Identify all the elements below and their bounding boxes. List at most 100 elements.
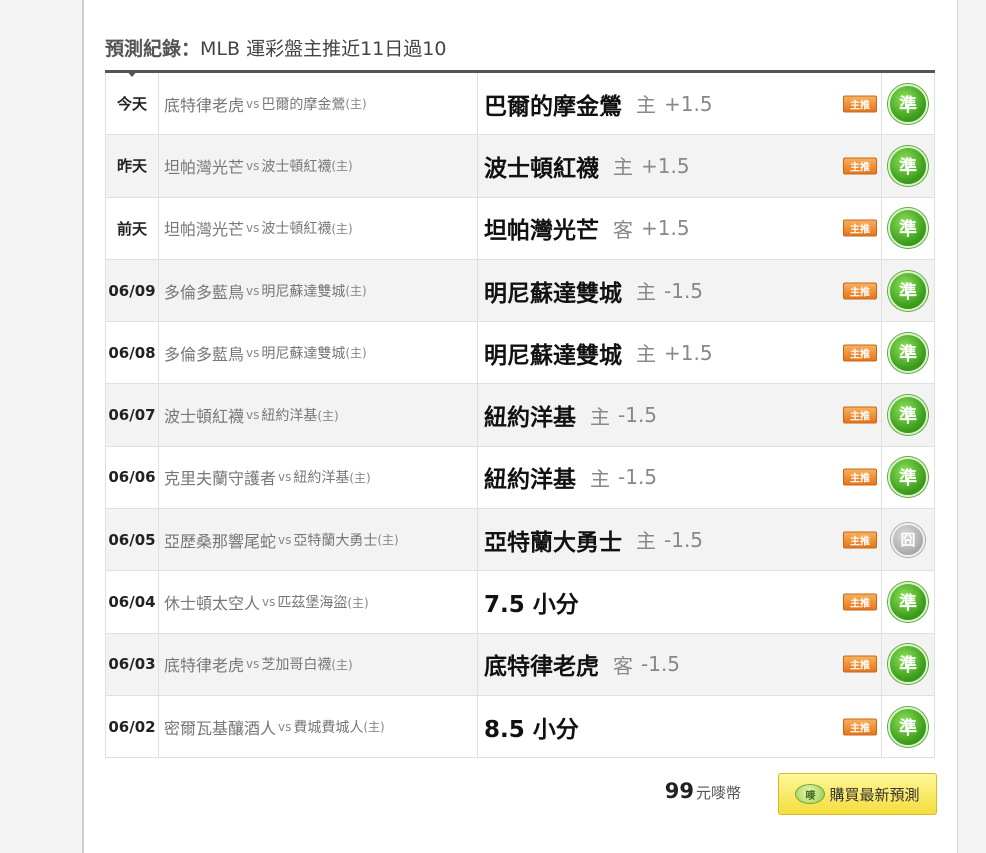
content-panel: 預測紀錄：MLB 運彩盤主推近11日過10 今天 底特律老虎 vs 巴爾的摩金鶯 (主)… bbox=[82, 0, 958, 853]
home-marker: (主) bbox=[345, 97, 367, 112]
away-team: 多倫多藍鳥 bbox=[164, 344, 245, 364]
home-marker: (主) bbox=[331, 657, 353, 672]
pick-line: -1.5 bbox=[618, 403, 658, 428]
result-cell: 準 bbox=[882, 571, 934, 632]
home-marker: (主) bbox=[363, 720, 385, 735]
pick-side: 主 bbox=[636, 93, 656, 118]
matchup: 坦帕灣光芒 vs 波士頓紅襪 (主) bbox=[159, 135, 478, 197]
pick-team: 底特律老虎 bbox=[484, 654, 599, 681]
result-hit-icon: 準 bbox=[888, 582, 928, 623]
away-team: 多倫多藍鳥 bbox=[164, 282, 245, 302]
prediction-pick: 7.5 小分 主推 bbox=[478, 571, 882, 633]
away-team: 波士頓紅襪 bbox=[164, 407, 245, 427]
price-amount: 99 bbox=[664, 779, 694, 803]
matchup: 亞歷桑那響尾蛇 vs 亞特蘭大勇士 (主) bbox=[159, 509, 478, 571]
heading-label: 預測紀錄 bbox=[105, 38, 182, 60]
pick-side: 客 bbox=[613, 653, 633, 678]
away-team: 坦帕灣光芒 bbox=[164, 220, 245, 240]
heading-separator: ： bbox=[181, 38, 201, 60]
pick-side: 主 bbox=[590, 404, 610, 429]
pointer-arrow-icon bbox=[126, 70, 138, 77]
home-marker: (主) bbox=[317, 408, 339, 423]
record-date: 06/07 bbox=[106, 384, 159, 446]
home-marker: (主) bbox=[347, 595, 369, 610]
away-team: 底特律老虎 bbox=[164, 95, 245, 115]
pick-team: 紐約洋基 bbox=[484, 467, 576, 494]
matchup: 坦帕灣光芒 vs 波士頓紅襪 (主) bbox=[159, 197, 478, 259]
main-pick-badge: 主推 bbox=[843, 282, 877, 300]
record-row: 06/06 克里夫蘭守護者 vs 紐約洋基 (主) 紐約洋基主 -1.5 主推準 bbox=[105, 446, 935, 510]
record-date: 06/09 bbox=[106, 259, 159, 322]
pick-line: +1.5 bbox=[664, 340, 713, 365]
main-pick-badge: 主推 bbox=[843, 593, 877, 611]
away-team: 亞歷桑那響尾蛇 bbox=[164, 531, 277, 551]
result-hit-icon: 準 bbox=[888, 457, 928, 498]
vs-label: vs bbox=[278, 532, 292, 547]
result-miss-icon: 囧 bbox=[891, 522, 925, 557]
pick-side: 主 bbox=[613, 155, 633, 180]
prediction-pick: 紐約洋基主 -1.5 主推 bbox=[478, 384, 882, 446]
record-date: 06/03 bbox=[106, 633, 159, 695]
result-hit-icon: 準 bbox=[888, 270, 928, 311]
away-team: 底特律老虎 bbox=[164, 656, 245, 676]
result-hit-icon: 準 bbox=[888, 145, 928, 186]
prediction-pick: 巴爾的摩金鶯主 +1.5 主推 bbox=[478, 73, 882, 135]
matchup: 休士頓太空人 vs 匹茲堡海盜 (主) bbox=[159, 571, 478, 633]
prediction-pick: 亞特蘭大勇士主 -1.5 主推 bbox=[478, 509, 882, 571]
main-pick-badge: 主推 bbox=[843, 157, 877, 175]
pick-team: 7.5 小分 bbox=[484, 592, 579, 619]
prediction-pick: 坦帕灣光芒客 +1.5 主推 bbox=[478, 197, 882, 259]
home-team: 紐約洋基 bbox=[261, 408, 318, 425]
buy-latest-prediction-button[interactable]: 嘜 購買最新預測 bbox=[778, 773, 937, 815]
matchup: 密爾瓦基釀酒人 vs 費城費城人 (主) bbox=[159, 695, 478, 758]
prediction-pick: 明尼蘇達雙城主 +1.5 主推 bbox=[478, 322, 882, 384]
pick-team: 8.5 小分 bbox=[484, 716, 579, 743]
record-row: 06/04 休士頓太空人 vs 匹茲堡海盜 (主) 7.5 小分 主推準 bbox=[105, 571, 935, 634]
pick-side: 客 bbox=[613, 217, 633, 242]
vs-label: vs bbox=[262, 595, 276, 610]
coin-icon: 嘜 bbox=[795, 784, 826, 804]
result-hit-icon: 準 bbox=[888, 706, 928, 747]
pick-line: -1.5 bbox=[618, 465, 658, 490]
record-row: 06/02 密爾瓦基釀酒人 vs 費城費城人 (主) 8.5 小分 主推準 bbox=[105, 695, 935, 759]
away-team: 坦帕灣光芒 bbox=[164, 157, 245, 177]
result-cell: 準 bbox=[882, 634, 934, 695]
result-cell: 準 bbox=[882, 135, 934, 196]
home-marker: (主) bbox=[377, 533, 399, 548]
matchup: 底特律老虎 vs 芝加哥白襪 (主) bbox=[159, 633, 478, 695]
pick-team: 紐約洋基 bbox=[484, 405, 576, 432]
matchup: 底特律老虎 vs 巴爾的摩金鶯 (主) bbox=[159, 73, 478, 135]
main-pick-badge: 主推 bbox=[843, 219, 877, 237]
record-row: 前天 坦帕灣光芒 vs 波士頓紅襪 (主) 坦帕灣光芒客 +1.5 主推準 bbox=[105, 197, 935, 260]
result-cell: 準 bbox=[882, 384, 934, 445]
pick-line: -1.5 bbox=[641, 652, 681, 677]
record-row: 今天 底特律老虎 vs 巴爾的摩金鶯 (主) 巴爾的摩金鶯主 +1.5 主推準 bbox=[105, 73, 935, 136]
main-pick-badge: 主推 bbox=[843, 344, 877, 362]
result-cell: 準 bbox=[882, 322, 934, 383]
pick-team: 巴爾的摩金鶯 bbox=[484, 93, 622, 120]
home-marker: (主) bbox=[331, 221, 353, 236]
pick-side: 主 bbox=[590, 466, 610, 491]
record-row: 06/08 多倫多藍鳥 vs 明尼蘇達雙城 (主) 明尼蘇達雙城主 +1.5 主推準 bbox=[105, 322, 935, 385]
result-hit-icon: 準 bbox=[888, 332, 928, 373]
vs-label: vs bbox=[246, 408, 260, 423]
away-team: 克里夫蘭守護者 bbox=[164, 469, 277, 489]
purchase-bar: 99 元嘜幣 嘜 購買最新預測 bbox=[84, 773, 937, 815]
buy-button-label: 購買最新預測 bbox=[829, 785, 920, 804]
record-heading: 預測紀錄：MLB 運彩盤主推近11日過10 bbox=[105, 34, 446, 61]
main-pick-badge: 主推 bbox=[843, 406, 877, 424]
result-cell: 準 bbox=[882, 447, 934, 508]
away-team: 休士頓太空人 bbox=[164, 594, 261, 614]
matchup: 多倫多藍鳥 vs 明尼蘇達雙城 (主) bbox=[159, 259, 478, 322]
record-date: 06/06 bbox=[106, 446, 159, 509]
result-hit-icon: 準 bbox=[888, 395, 928, 436]
record-row: 昨天 坦帕灣光芒 vs 波士頓紅襪 (主) 波士頓紅襪主 +1.5 主推準 bbox=[105, 135, 935, 198]
away-team: 密爾瓦基釀酒人 bbox=[164, 718, 277, 738]
home-team: 波士頓紅襪 bbox=[261, 221, 332, 238]
record-row: 06/09 多倫多藍鳥 vs 明尼蘇達雙城 (主) 明尼蘇達雙城主 -1.5 主推準 bbox=[105, 259, 935, 323]
record-date: 06/02 bbox=[106, 695, 159, 758]
home-marker: (主) bbox=[331, 159, 353, 174]
record-row: 06/03 底特律老虎 vs 芝加哥白襪 (主) 底特律老虎客 -1.5 主推準 bbox=[105, 633, 935, 696]
home-team: 波士頓紅襪 bbox=[261, 158, 332, 175]
main-pick-badge: 主推 bbox=[843, 655, 877, 673]
